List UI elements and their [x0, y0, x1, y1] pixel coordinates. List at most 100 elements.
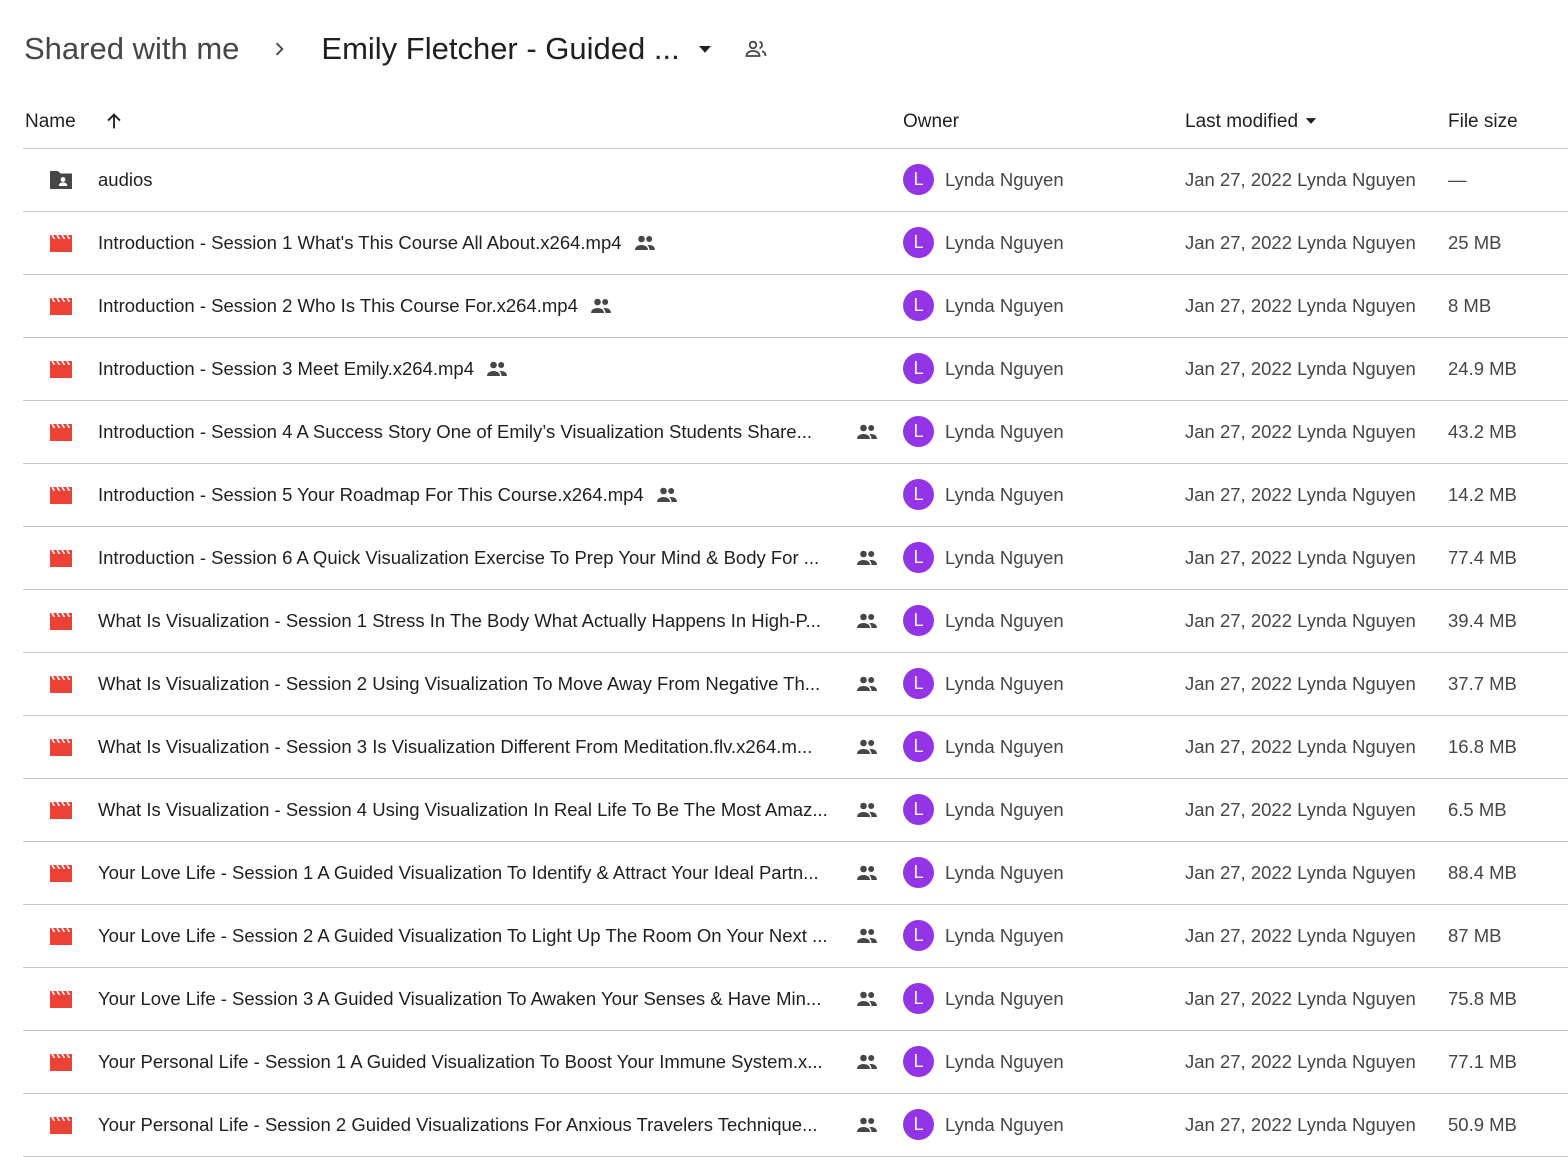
file-row[interactable]: Introduction - Session 6 A Quick Visuali…: [23, 527, 1568, 590]
file-name: Your Love Life - Session 1 A Guided Visu…: [98, 842, 819, 904]
avatar: L: [903, 731, 934, 762]
column-header-file-size: File size: [1448, 111, 1518, 132]
avatar: L: [903, 1109, 934, 1140]
file-name-text: Introduction - Session 2 Who Is This Cou…: [98, 295, 578, 316]
file-name-text: Introduction - Session 5 Your Roadmap Fo…: [98, 484, 644, 505]
last-modified: Jan 27, 2022 Lynda Nguyen: [1185, 484, 1416, 505]
file-row[interactable]: Introduction - Session 3 Meet Emily.x264…: [23, 338, 1568, 401]
file-name-text: Your Love Life - Session 3 A Guided Visu…: [98, 988, 822, 1009]
file-name: Your Personal Life - Session 2 Guided Vi…: [98, 1094, 818, 1156]
shared-icon: [857, 424, 877, 439]
avatar: L: [903, 479, 934, 510]
owner-name: Lynda Nguyen: [945, 421, 1064, 442]
file-size: 77.4 MB: [1448, 547, 1517, 568]
owner-name: Lynda Nguyen: [945, 169, 1064, 190]
owner-name: Lynda Nguyen: [945, 358, 1064, 379]
column-header-last-modified[interactable]: Last modified: [1185, 100, 1318, 144]
file-name-text: Introduction - Session 3 Meet Emily.x264…: [98, 358, 474, 379]
avatar: L: [903, 920, 934, 951]
avatar: L: [903, 983, 934, 1014]
file-name-text: What Is Visualization - Session 3 Is Vis…: [98, 736, 813, 757]
file-name-text: Introduction - Session 4 A Success Story…: [98, 421, 812, 442]
shared-icon: [857, 802, 877, 817]
breadcrumb-shared-with-me[interactable]: Shared with me: [24, 31, 239, 67]
shared-icon: [634, 235, 655, 250]
sort-ascending-arrow-icon[interactable]: [103, 110, 125, 132]
last-modified: Jan 27, 2022 Lynda Nguyen: [1185, 295, 1416, 316]
last-modified: Jan 27, 2022 Lynda Nguyen: [1185, 799, 1416, 820]
file-row[interactable]: What Is Visualization - Session 1 Stress…: [23, 590, 1568, 653]
file-name-text: Introduction - Session 1 What's This Cou…: [98, 232, 622, 253]
file-size: 37.7 MB: [1448, 673, 1517, 694]
file-row[interactable]: Your Love Life - Session 1 A Guided Visu…: [23, 842, 1568, 905]
shared-icon: [857, 1054, 877, 1069]
owner-name: Lynda Nguyen: [945, 673, 1064, 694]
owner-name: Lynda Nguyen: [945, 862, 1064, 883]
file-row[interactable]: Your Love Life - Session 3 A Guided Visu…: [23, 968, 1568, 1031]
file-size: 16.8 MB: [1448, 736, 1517, 757]
file-name: Introduction - Session 4 A Success Story…: [98, 401, 812, 463]
file-size: 77.1 MB: [1448, 1051, 1517, 1072]
last-modified: Jan 27, 2022 Lynda Nguyen: [1185, 862, 1416, 883]
shared-icon: [487, 361, 507, 376]
owner-name: Lynda Nguyen: [945, 610, 1064, 631]
file-row[interactable]: Introduction - Session 4 A Success Story…: [23, 401, 1568, 464]
caret-down-icon[interactable]: [696, 40, 714, 58]
file-name-text: What Is Visualization - Session 1 Stress…: [98, 610, 821, 631]
owner-name: Lynda Nguyen: [945, 925, 1064, 946]
file-row[interactable]: Your Personal Life - Session 1 A Guided …: [23, 1031, 1568, 1094]
shared-icon: [857, 676, 877, 691]
file-row[interactable]: Your Personal Life - Session 2 Guided Vi…: [23, 1094, 1568, 1157]
last-modified: Jan 27, 2022 Lynda Nguyen: [1185, 736, 1416, 757]
file-size: 39.4 MB: [1448, 610, 1517, 631]
last-modified: Jan 27, 2022 Lynda Nguyen: [1185, 169, 1416, 190]
file-list-header: Name Owner Last modified File size: [23, 100, 1568, 149]
column-header-name[interactable]: Name: [25, 100, 76, 144]
file-row[interactable]: Introduction - Session 2 Who Is This Cou…: [23, 275, 1568, 338]
file-name: Introduction - Session 3 Meet Emily.x264…: [98, 338, 509, 400]
file-name-text: What Is Visualization - Session 4 Using …: [98, 799, 828, 820]
owner-name: Lynda Nguyen: [945, 799, 1064, 820]
file-row[interactable]: Introduction - Session 1 What's This Cou…: [23, 212, 1568, 275]
shared-folder-icon[interactable]: [744, 37, 768, 61]
breadcrumb-current-folder[interactable]: Emily Fletcher - Guided ...: [321, 31, 679, 67]
video-file-icon: [50, 864, 72, 882]
video-file-icon: [50, 675, 72, 693]
avatar: L: [903, 794, 934, 825]
video-file-icon: [50, 234, 72, 252]
file-row[interactable]: audios L Lynda Nguyen Jan 27, 2022 Lynda Ng…: [23, 149, 1568, 212]
video-file-icon: [50, 486, 72, 504]
video-file-icon: [50, 1053, 72, 1071]
video-file-icon: [50, 927, 72, 945]
file-name-text: Your Personal Life - Session 1 A Guided …: [98, 1051, 823, 1072]
file-row[interactable]: What Is Visualization - Session 3 Is Vis…: [23, 716, 1568, 779]
avatar: L: [903, 353, 934, 384]
file-name: Introduction - Session 1 What's This Cou…: [98, 212, 657, 274]
owner-name: Lynda Nguyen: [945, 1114, 1064, 1135]
file-name: Your Personal Life - Session 1 A Guided …: [98, 1031, 823, 1093]
column-header-last-modified-label: Last modified: [1185, 111, 1299, 132]
shared-icon: [857, 550, 877, 565]
file-row[interactable]: What Is Visualization - Session 2 Using …: [23, 653, 1568, 716]
last-modified: Jan 27, 2022 Lynda Nguyen: [1185, 673, 1416, 694]
file-name: Introduction - Session 6 A Quick Visuali…: [98, 527, 819, 589]
video-file-icon: [50, 297, 72, 315]
file-row[interactable]: Your Love Life - Session 2 A Guided Visu…: [23, 905, 1568, 968]
file-row[interactable]: What Is Visualization - Session 4 Using …: [23, 779, 1568, 842]
video-file-icon: [50, 549, 72, 567]
video-file-icon: [50, 1116, 72, 1134]
file-name-text: What Is Visualization - Session 2 Using …: [98, 673, 821, 694]
video-file-icon: [50, 360, 72, 378]
file-name-text: audios: [98, 169, 153, 190]
owner-name: Lynda Nguyen: [945, 232, 1064, 253]
video-file-icon: [50, 801, 72, 819]
shared-icon: [590, 298, 611, 313]
video-file-icon: [50, 423, 72, 441]
shared-icon: [656, 487, 677, 502]
file-row[interactable]: Introduction - Session 5 Your Roadmap Fo…: [23, 464, 1568, 527]
file-name: What Is Visualization - Session 3 Is Vis…: [98, 716, 812, 778]
file-name-text: Your Love Life - Session 2 A Guided Visu…: [98, 925, 828, 946]
video-file-icon: [50, 612, 72, 630]
shared-icon: [857, 865, 877, 880]
last-modified: Jan 27, 2022 Lynda Nguyen: [1185, 988, 1416, 1009]
